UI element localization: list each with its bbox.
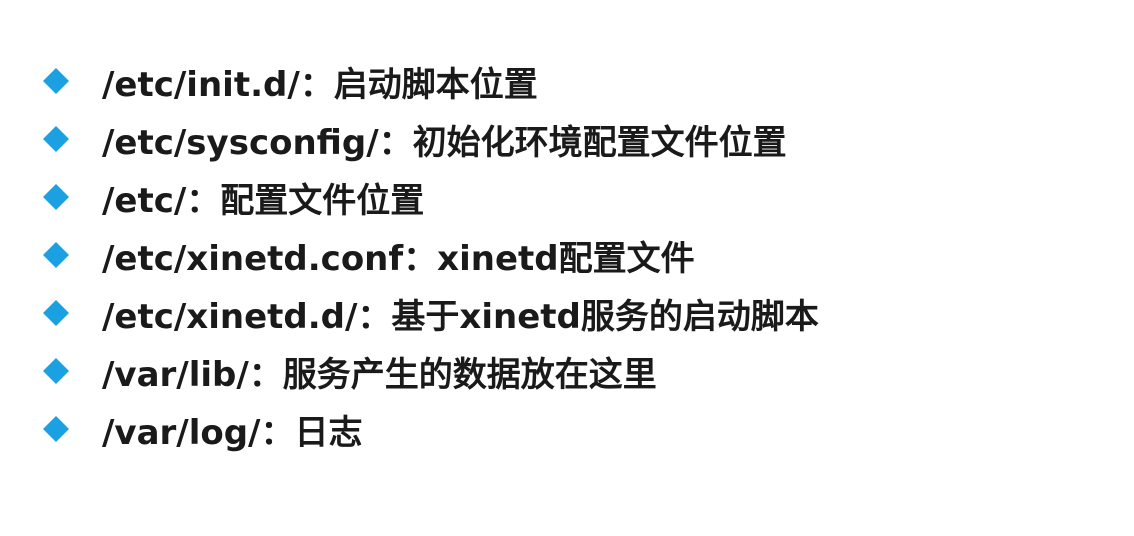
slide: /etc/init.d/：启动脚本位置 /etc/sysconfig/：初始化环… — [0, 0, 1134, 536]
item-text: /var/lib/：服务产生的数据放在这里 — [102, 354, 657, 395]
item-text: /etc/sysconfig/：初始化环境配置文件位置 — [102, 122, 787, 163]
item-text: /etc/xinetd.conf：xinetd配置文件 — [102, 238, 695, 279]
bullet-list: /etc/init.d/：启动脚本位置 /etc/sysconfig/：初始化环… — [40, 52, 819, 458]
list-item: /etc/xinetd.conf：xinetd配置文件 — [40, 226, 819, 284]
item-text: /var/log/：日志 — [102, 412, 363, 453]
list-item: /etc/xinetd.d/：基于xinetd服务的启动脚本 — [40, 284, 819, 342]
list-item: /etc/：配置文件位置 — [40, 168, 819, 226]
diamond-bullet-icon — [40, 413, 72, 445]
item-text: /etc/xinetd.d/：基于xinetd服务的启动脚本 — [102, 296, 819, 337]
list-item: /var/log/：日志 — [40, 400, 819, 458]
diamond-bullet-icon — [40, 123, 72, 155]
diamond-bullet-icon — [40, 239, 72, 271]
item-text: /etc/：配置文件位置 — [102, 180, 425, 221]
list-item: /var/lib/：服务产生的数据放在这里 — [40, 342, 819, 400]
item-text: /etc/init.d/：启动脚本位置 — [102, 64, 538, 105]
diamond-bullet-icon — [40, 65, 72, 97]
list-item: /etc/init.d/：启动脚本位置 — [40, 52, 819, 110]
diamond-bullet-icon — [40, 355, 72, 387]
list-item: /etc/sysconfig/：初始化环境配置文件位置 — [40, 110, 819, 168]
diamond-bullet-icon — [40, 181, 72, 213]
diamond-bullet-icon — [40, 297, 72, 329]
